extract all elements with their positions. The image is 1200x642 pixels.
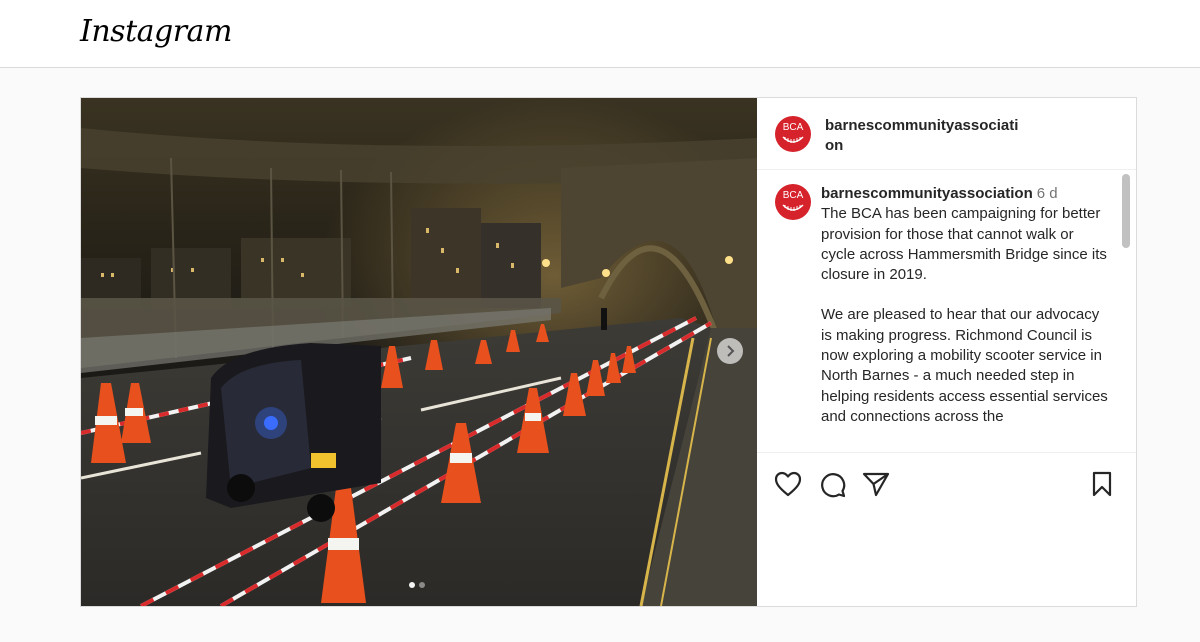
heart-icon: [774, 471, 802, 497]
post-image[interactable]: [81, 98, 757, 606]
carousel-dot: [419, 582, 425, 588]
comments-section: BCA barnescommunityassociation 6 d The BC…: [757, 170, 1136, 452]
bca-logo-icon: [782, 136, 804, 143]
post-username[interactable]: barnescommunityassociation: [825, 116, 1025, 156]
post-header: BCA barnescommunityassociation: [757, 98, 1136, 170]
caption-text-paragraph: We are pleased to hear that our advocacy…: [821, 306, 1108, 425]
like-button[interactable]: [773, 469, 803, 499]
paper-plane-icon: [862, 472, 890, 497]
post-card: BCA barnescommunityassociation BCA barne…: [80, 97, 1137, 607]
comment-button[interactable]: [817, 469, 847, 499]
bridge-night-photo: [81, 98, 757, 606]
top-bar: Instagram: [0, 0, 1200, 68]
save-button[interactable]: [1087, 469, 1117, 499]
bca-logo-icon: [782, 204, 804, 211]
comment-icon: [821, 473, 846, 498]
caption-username[interactable]: barnescommunityassociation: [821, 185, 1033, 202]
instagram-logo[interactable]: Instagram: [80, 14, 232, 49]
share-button[interactable]: [861, 469, 891, 499]
post-caption: barnescommunityassociation 6 d The BCA ha…: [821, 184, 1111, 427]
avatar[interactable]: BCA: [775, 116, 811, 152]
caption-avatar[interactable]: BCA: [775, 184, 811, 220]
post-timestamp[interactable]: 6 d: [1037, 185, 1058, 202]
next-slide-button[interactable]: [717, 338, 743, 364]
carousel-dots: [409, 582, 425, 588]
caption-text-paragraph: The BCA has been campaigning for better …: [821, 205, 1107, 284]
scrollbar-thumb[interactable]: [1122, 174, 1130, 248]
bookmark-icon: [1092, 471, 1112, 497]
post-side-panel: BCA barnescommunityassociation BCA barne…: [757, 98, 1136, 606]
action-bar: [757, 452, 1136, 514]
chevron-right-icon: [727, 345, 735, 357]
carousel-dot-active: [409, 582, 415, 588]
